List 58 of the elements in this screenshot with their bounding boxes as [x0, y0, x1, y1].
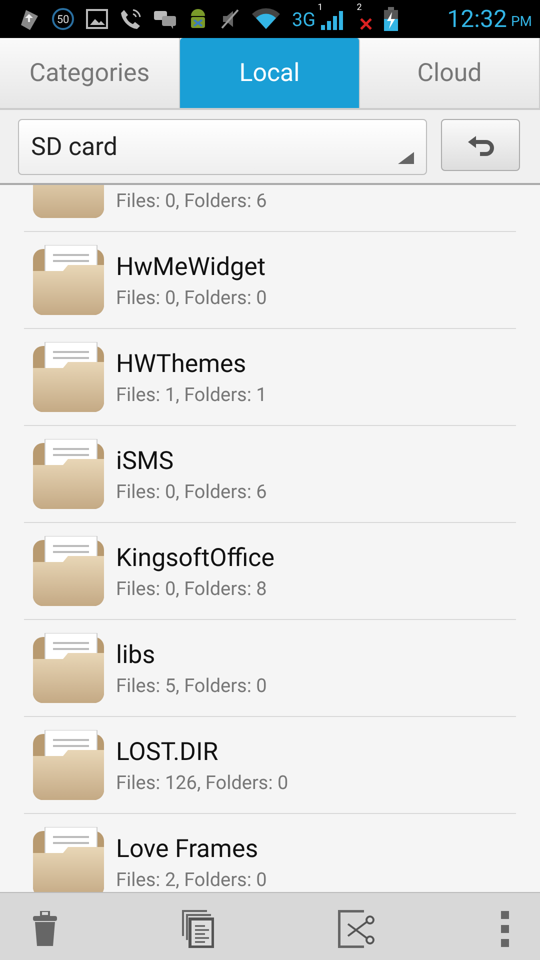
folder-details: Files: 1, Folders: 1: [116, 384, 267, 404]
folder-icon: [33, 536, 104, 606]
clock-time: 12:32: [447, 5, 507, 33]
sim-number: 2: [356, 3, 362, 13]
location-dropdown[interactable]: SD card: [18, 119, 427, 175]
android-icon: [188, 7, 208, 31]
folder-details: Files: 0, Folders: 6: [116, 190, 267, 210]
tab[interactable]: Categories: [0, 38, 180, 108]
muted-speaker-icon: [220, 8, 240, 30]
copy-button[interactable]: [182, 910, 214, 948]
back-button[interactable]: [441, 119, 520, 171]
notification-badge: 50: [52, 8, 74, 30]
more-options-button[interactable]: [500, 911, 510, 947]
phone-call-icon: [120, 8, 142, 30]
image-icon: [86, 9, 108, 29]
clock-period: PM: [510, 14, 532, 30]
sim-number: 1: [318, 3, 323, 13]
folder-row[interactable]: Files: 0, Folders: 6: [24, 185, 516, 232]
folder-icon: [33, 342, 104, 412]
overflow-menu-icon: [500, 911, 510, 947]
return-arrow-icon: [466, 134, 496, 156]
folder-name: iSMS: [116, 446, 175, 476]
folder-details: Files: 126, Folders: 0: [116, 772, 288, 792]
tab[interactable]: Cloud: [360, 38, 540, 108]
folder-row[interactable]: KingsoftOffice Files: 0, Folders: 8: [24, 523, 516, 620]
folder-row[interactable]: HwMeWidget Files: 0, Folders: 0: [24, 232, 516, 329]
folder-name: Love Frames: [116, 834, 260, 864]
trash-icon: [32, 911, 58, 947]
scissors-icon: [338, 910, 376, 948]
battery-charging-icon: [384, 7, 398, 31]
folder-name: LOST.DIR: [116, 738, 220, 766]
cut-button[interactable]: [338, 910, 376, 948]
folder-row[interactable]: iSMS Files: 0, Folders: 6: [24, 426, 516, 523]
folder-row[interactable]: libs Files: 5, Folders: 0: [24, 620, 516, 717]
folder-details: Files: 2, Folders: 0: [116, 870, 267, 890]
folder-icon: [33, 730, 104, 800]
folder-details: Files: 0, Folders: 8: [116, 578, 268, 598]
folder-details: Files: 0, Folders: 0: [116, 288, 267, 308]
phone-upload-icon: [20, 8, 40, 30]
folder-row[interactable]: HWThemes Files: 1, Folders: 1: [24, 329, 516, 426]
wifi-icon: [252, 8, 280, 30]
copy-icon: [182, 910, 214, 948]
no-signal-icon: [360, 18, 372, 30]
folder-name: HwMeWidget: [116, 252, 267, 282]
folder-name: libs: [116, 640, 156, 670]
folder-details: Files: 0, Folders: 6: [116, 482, 267, 502]
folder-name: HWThemes: [116, 350, 248, 378]
folder-icon: [33, 245, 104, 315]
signal-icon: [320, 8, 345, 30]
folder-icon: [33, 633, 104, 703]
chat-icon: [154, 9, 176, 29]
folder-name: KingsoftOffice: [116, 544, 275, 572]
folder-icon: [33, 439, 104, 509]
network-type: 3G: [292, 8, 316, 30]
folder-row[interactable]: LOST.DIR Files: 126, Folders: 0: [24, 717, 516, 814]
dropdown-triangle-icon: [398, 152, 414, 164]
delete-button[interactable]: [32, 911, 58, 947]
folder-details: Files: 5, Folders: 0: [116, 676, 267, 696]
